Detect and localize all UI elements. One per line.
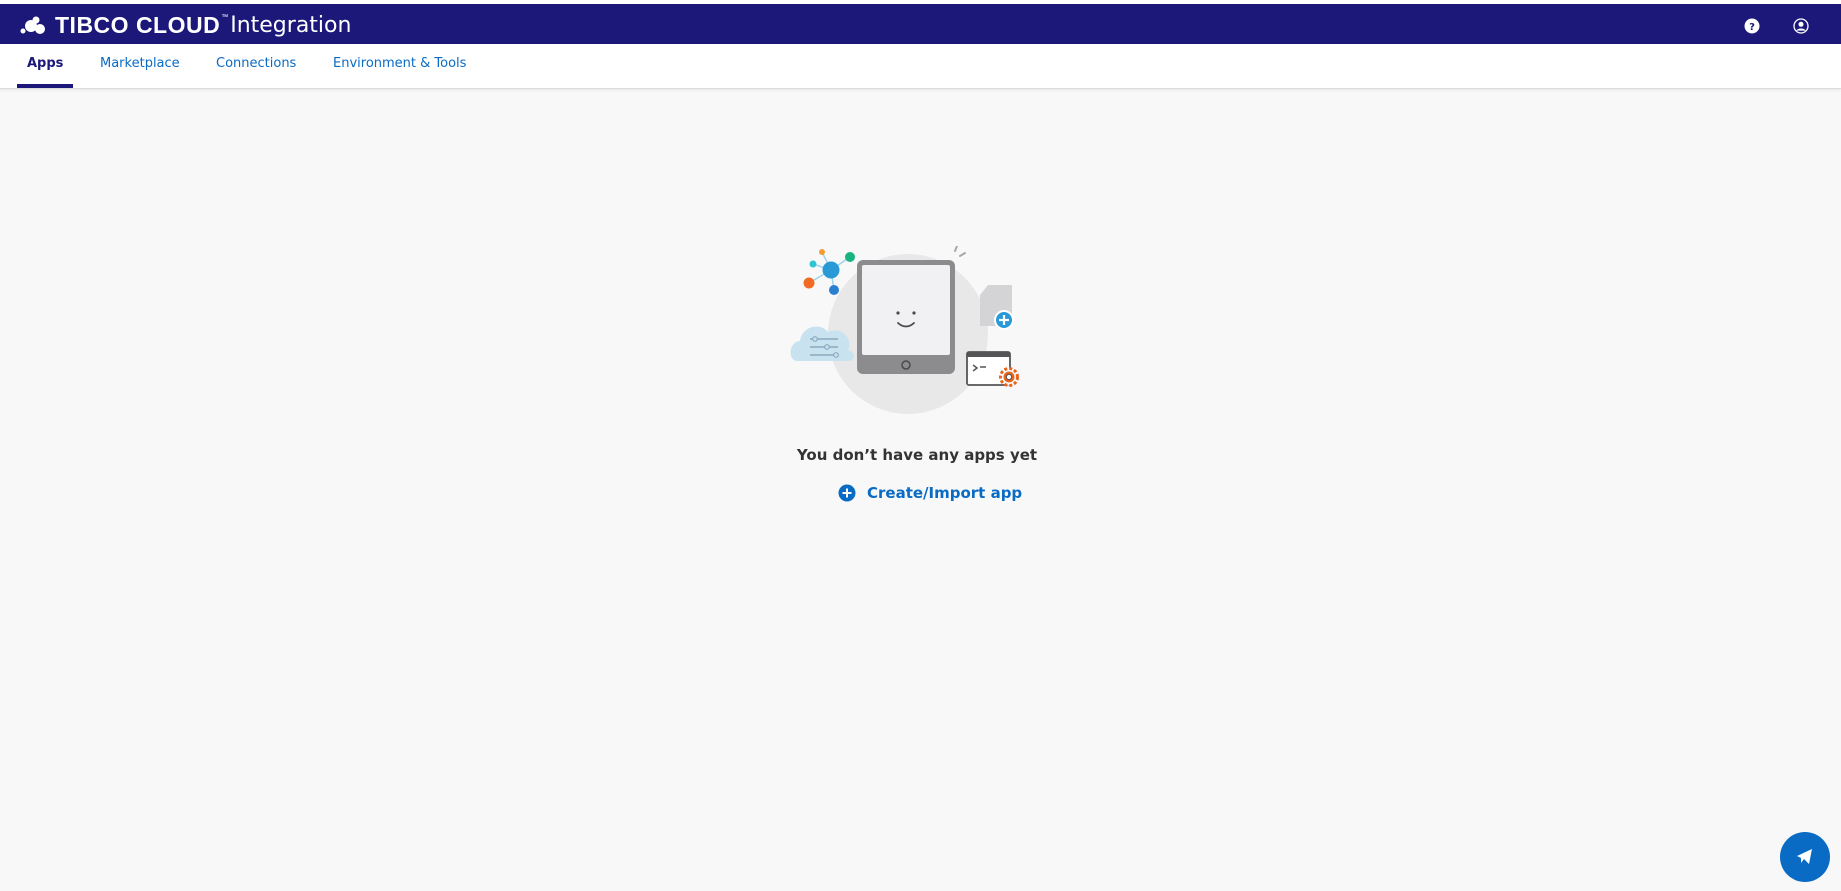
tibco-logo-icon [20,16,45,34]
user-icon[interactable] [1793,18,1809,34]
brand-logo[interactable]: TIBCO CLOUD ™ Integration [17,10,351,40]
create-import-app-button[interactable]: Create/Import app [838,484,1022,502]
tablet-icon [857,260,955,374]
top-navigation-bar: TIBCO CLOUD ™ Integration ? [0,0,1841,44]
tab-marketplace[interactable]: Marketplace [100,44,180,88]
brand-name: TIBCO CLOUD [55,11,221,38]
create-import-app-label: Create/Import app [867,484,1023,502]
document-add-icon [980,285,1014,330]
feedback-button[interactable] [1780,832,1830,882]
tab-connections[interactable]: Connections [216,44,296,88]
terminal-gear-icon [966,351,1019,387]
page: TIBCO CLOUD ™ Integration ? Apps Marketp… [0,0,1841,891]
plus-circle-icon [838,484,856,502]
empty-state-message: You don’t have any apps yet [796,446,1038,464]
svg-text:?: ? [1749,22,1755,33]
trademark-mark: ™ [221,13,229,21]
feedback-megaphone-icon [1797,849,1812,864]
help-icon[interactable]: ? [1744,18,1760,34]
tab-bar: Apps Marketplace Connections Environment… [0,44,1841,89]
product-name: Integration [230,12,352,38]
tab-environment-tools[interactable]: Environment & Tools [333,44,466,88]
tab-apps[interactable]: Apps [17,44,74,88]
empty-apps-illustration [790,246,1019,414]
